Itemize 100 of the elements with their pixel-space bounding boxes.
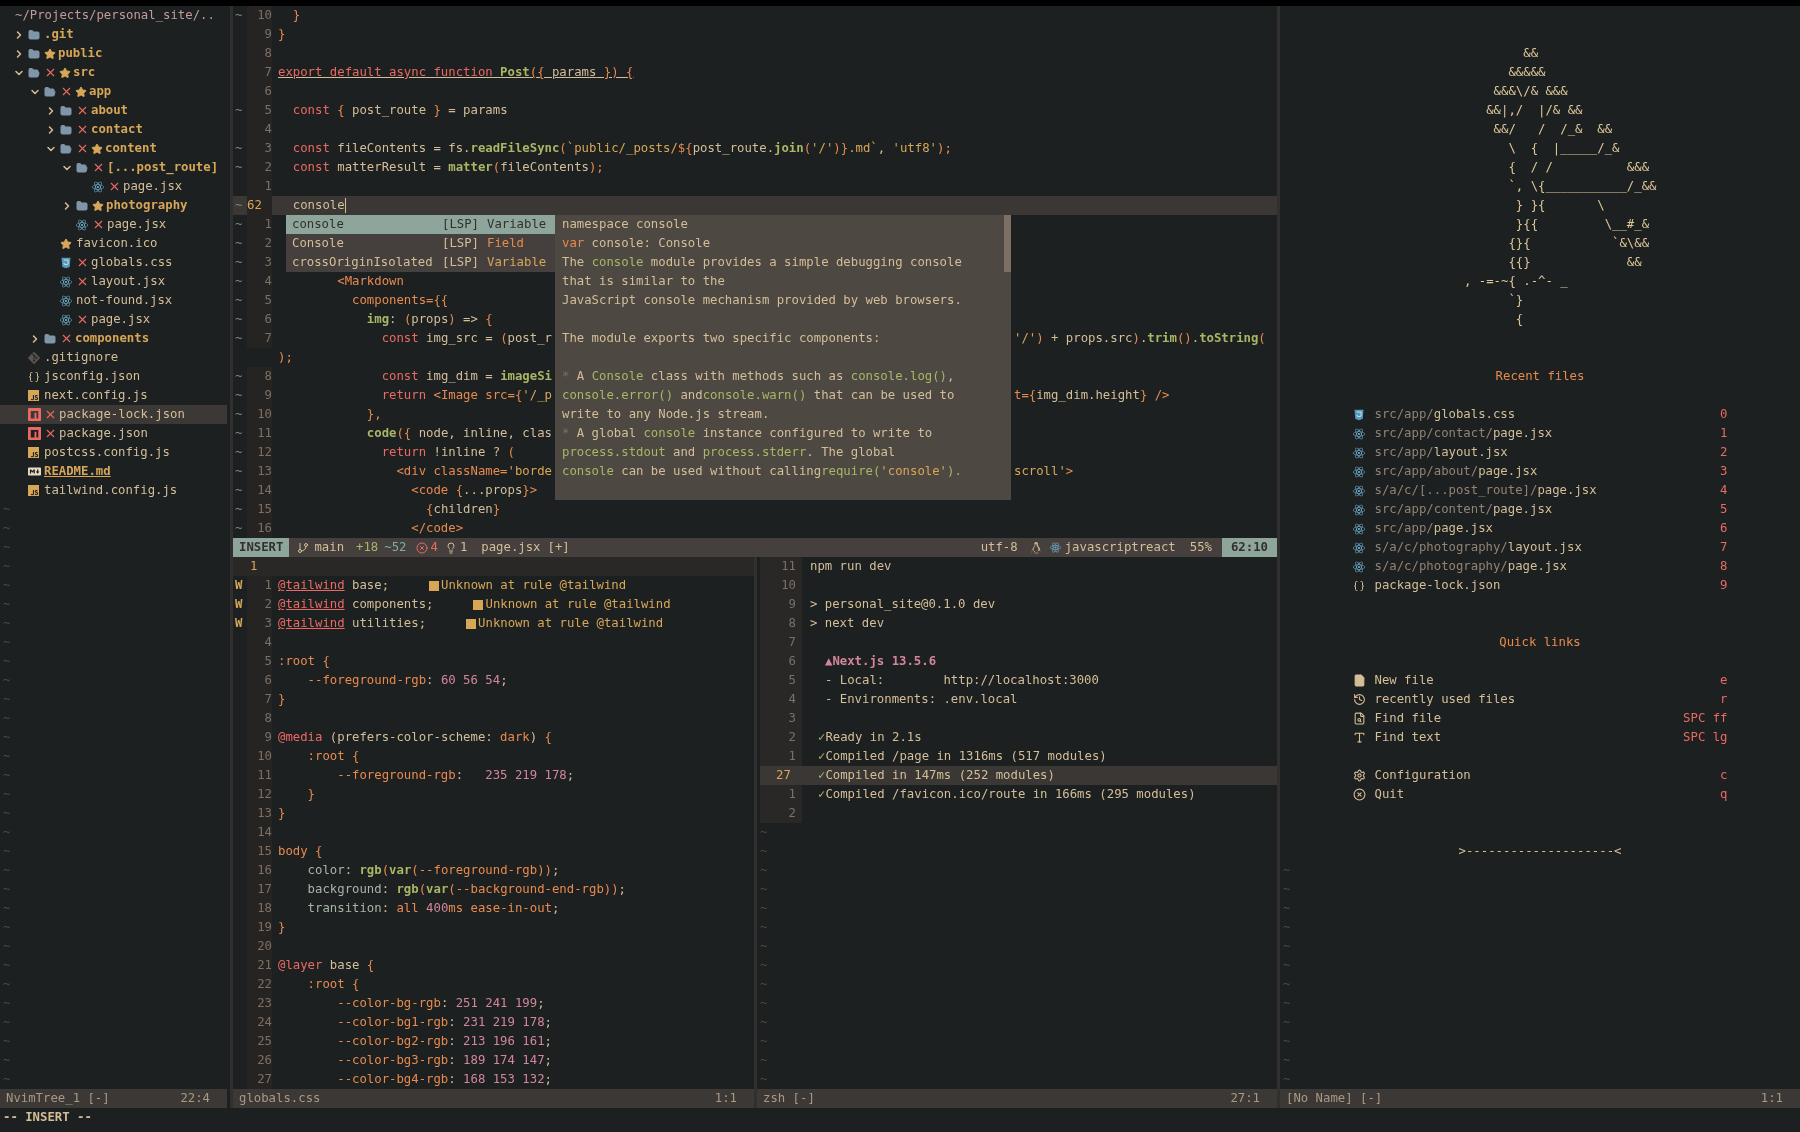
code-line: </code> (410, 520, 464, 537)
tree-row[interactable]: README.md (0, 462, 227, 481)
diagnostic-message: Unknown at rule @tailwind (485, 596, 671, 613)
line-number: 4 (247, 120, 272, 139)
recent-file-link[interactable]: s/a/c/photography/layout.jsx (1374, 538, 1582, 557)
tree-row[interactable]: next.config.js (0, 386, 227, 405)
end-of-buffer-marker: ~ (1282, 977, 1291, 991)
line-number: 25 (247, 1032, 272, 1051)
line-number: 8 (247, 44, 272, 63)
ascii-art-tree: && &&&&& &&&\/& &&& &&|,/ |/& && &&/ / /_& && \ { |_____/_& { / / &&& `, \{___________/_&& } }{ \ }{{ \__#_& {}{ `&\&& {{} && , -=-~{ .-^- _ `} { (1464, 45, 1658, 328)
git-sign: ~ (235, 198, 243, 212)
end-of-buffer-marker: ~ (759, 882, 768, 896)
menu-item[interactable]: New file (1374, 671, 1434, 690)
atom-icon (92, 180, 104, 193)
end-of-buffer-marker: ~ (759, 1072, 768, 1086)
completion-item[interactable]: Console [LSP] Field (286, 234, 555, 253)
line-number: 1 (247, 177, 272, 196)
git-sign: ~ (235, 217, 243, 231)
recent-file-link[interactable]: src/app/globals.css (1374, 405, 1516, 424)
line-number: 7 (247, 690, 272, 709)
diagnostic-message: Unknown at rule @tailwind (441, 577, 627, 594)
end-of-buffer-marker: ~ (2, 692, 11, 706)
tree-row[interactable]: src (0, 63, 227, 82)
folder-icon (60, 104, 72, 117)
tree-row[interactable]: page.jsx (0, 177, 227, 196)
tree-row[interactable]: globals.css (0, 253, 227, 272)
end-of-buffer-marker: ~ (1282, 958, 1291, 972)
code-line: code({ node, inline, clas (365, 425, 552, 442)
line-number: 14 (247, 481, 272, 500)
recent-file-link[interactable]: src/app/about/page.jsx (1374, 462, 1538, 481)
javascript-icon (28, 390, 39, 401)
end-of-buffer-marker: ~ (1282, 1072, 1291, 1086)
tree-row[interactable]: components (0, 329, 227, 348)
recent-file-link[interactable]: src/app/page.jsx (1374, 519, 1493, 538)
recent-file-link[interactable]: src/app/content/page.jsx (1374, 500, 1553, 519)
end-of-buffer-marker: ~ (1282, 882, 1291, 896)
code-line: } (306, 786, 316, 803)
end-of-buffer-marker: ~ (2, 901, 11, 915)
menu-item[interactable]: recently used files (1374, 690, 1516, 709)
tree-row[interactable]: favicon.ico (0, 234, 227, 253)
tree-row[interactable]: [...post_route] (0, 158, 227, 177)
tree-row[interactable]: public (0, 44, 227, 63)
recent-file-link[interactable]: s/a/c/photography/page.jsx (1374, 557, 1567, 576)
file-name: package.json (59, 425, 148, 442)
tree-row[interactable]: photography (0, 196, 227, 215)
shortcut-key: e (1720, 671, 1728, 690)
tree-row[interactable]: page.jsx (0, 215, 227, 234)
line-number: 23 (247, 994, 272, 1013)
completion-item[interactable]: console [LSP] Variable (286, 215, 555, 234)
code-line: @tailwind utilities; (278, 615, 427, 632)
documentation-line: process.stdout and process.stderr. The global (562, 445, 896, 459)
lines-changed: ~52 (384, 539, 407, 556)
npm-icon (28, 427, 41, 440)
line-number: 2 (247, 158, 272, 177)
shortcut-key: 3 (1720, 462, 1728, 481)
javascript-icon (28, 485, 39, 496)
tree-row[interactable]: content (0, 139, 227, 158)
tree-row[interactable]: .git (0, 25, 227, 44)
file-name: .gitignore (44, 349, 119, 366)
section-title: Quick links (1499, 635, 1581, 649)
tree-row[interactable]: package.json (0, 424, 227, 443)
file-name: photography (106, 197, 188, 214)
recent-file-link[interactable]: s/a/c/[...post_route]/page.jsx (1374, 481, 1597, 500)
tree-row[interactable]: package-lock.json (0, 405, 227, 424)
end-of-buffer-marker: ~ (1282, 863, 1291, 877)
winbar: 1 (233, 557, 754, 576)
git-sign: ~ (235, 8, 243, 22)
tree-row[interactable]: tailwind.config.js (0, 481, 227, 500)
tree-row[interactable]: layout.jsx (0, 272, 227, 291)
text-icon (1352, 731, 1366, 744)
end-of-buffer-marker: ~ (1282, 1053, 1291, 1067)
cursor-position: 22:4 (180, 1090, 210, 1107)
menu-item[interactable]: Configuration (1374, 766, 1471, 785)
file-name: page.jsx (481, 539, 541, 556)
shortcut-key: c (1720, 766, 1728, 785)
menu-item[interactable]: Quit (1374, 785, 1405, 804)
code-line: } (278, 805, 286, 822)
tree-row[interactable]: about (0, 101, 227, 120)
diagnostic-message: Unknown at rule @tailwind (478, 615, 664, 632)
code-line: return <Image src={'/_p (380, 387, 552, 404)
recent-file-link[interactable]: src/app/layout.jsx (1374, 443, 1508, 462)
tree-row[interactable]: contact (0, 120, 227, 139)
line-number: 21 (247, 956, 272, 975)
shortcut-key: r (1720, 690, 1728, 709)
recent-file-link[interactable]: package-lock.json (1374, 576, 1501, 595)
menu-item[interactable]: Find file (1374, 709, 1442, 728)
code-line: <Markdown (336, 273, 404, 290)
tree-row[interactable]: app (0, 82, 227, 101)
tree-row[interactable]: page.jsx (0, 310, 227, 329)
completion-item[interactable]: crossOriginIsolated [LSP] Variable (286, 253, 555, 272)
recent-file-link[interactable]: src/app/contact/page.jsx (1374, 424, 1553, 443)
atom-icon (1352, 446, 1365, 459)
tree-row[interactable]: .gitignore (0, 348, 227, 367)
menu-item[interactable]: Find text (1374, 728, 1442, 747)
git-sign: W (235, 616, 243, 630)
tree-row[interactable]: postcss.config.js (0, 443, 227, 462)
tree-row[interactable]: jsconfig.json (0, 367, 227, 386)
tree-row[interactable]: not-found.jsx (0, 291, 227, 310)
error-count: 4 (430, 539, 438, 556)
line-number: 13 (247, 804, 272, 823)
